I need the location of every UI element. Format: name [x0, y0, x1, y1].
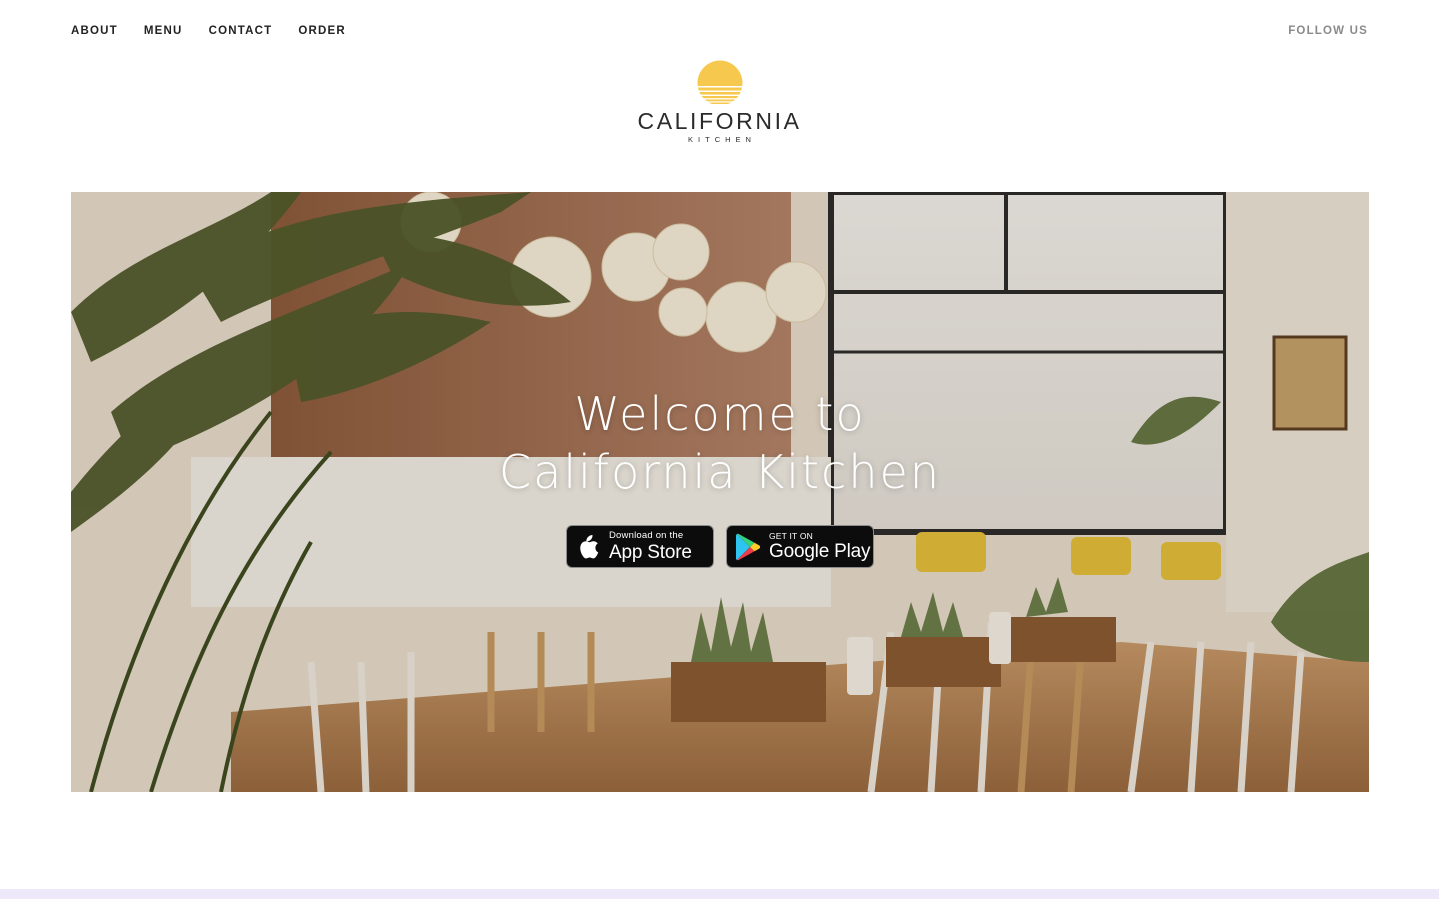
- footer-strip: [0, 889, 1439, 899]
- app-badges: Download on the App Store GET IT ON Goog…: [71, 525, 1369, 568]
- google-play-icon: [736, 533, 761, 560]
- nav-order-link[interactable]: ORDER: [298, 25, 346, 37]
- google-play-button[interactable]: GET IT ON Google Play: [726, 525, 874, 568]
- logo-wordmark: CALIFORNIA: [637, 108, 802, 134]
- main-nav: ABOUT MENU CONTACT ORDER: [71, 25, 346, 37]
- hero-banner: Welcome to California Kitchen Download o…: [71, 192, 1369, 792]
- sun-icon: [697, 60, 742, 104]
- nav-about-link[interactable]: ABOUT: [71, 25, 118, 37]
- app-store-small-text: Download on the: [609, 530, 684, 542]
- nav-menu-link[interactable]: MENU: [144, 25, 183, 37]
- app-store-big-text: App Store: [609, 541, 692, 563]
- google-play-small-text: GET IT ON: [769, 530, 813, 541]
- google-play-big-text: Google Play: [769, 541, 871, 563]
- app-store-button[interactable]: Download on the App Store: [566, 525, 714, 568]
- site-logo[interactable]: CALIFORNIA KITCHEN: [0, 60, 1439, 144]
- logo-subtitle: KITCHEN: [688, 135, 756, 144]
- follow-us-link[interactable]: FOLLOW US: [1288, 25, 1368, 37]
- hero-title-line1: Welcome to: [574, 387, 866, 441]
- apple-icon: [580, 534, 599, 558]
- nav-contact-link[interactable]: CONTACT: [209, 25, 273, 37]
- hero-title-line2: California Kitchen: [499, 445, 941, 499]
- hero-title: Welcome to California Kitchen: [71, 385, 1369, 501]
